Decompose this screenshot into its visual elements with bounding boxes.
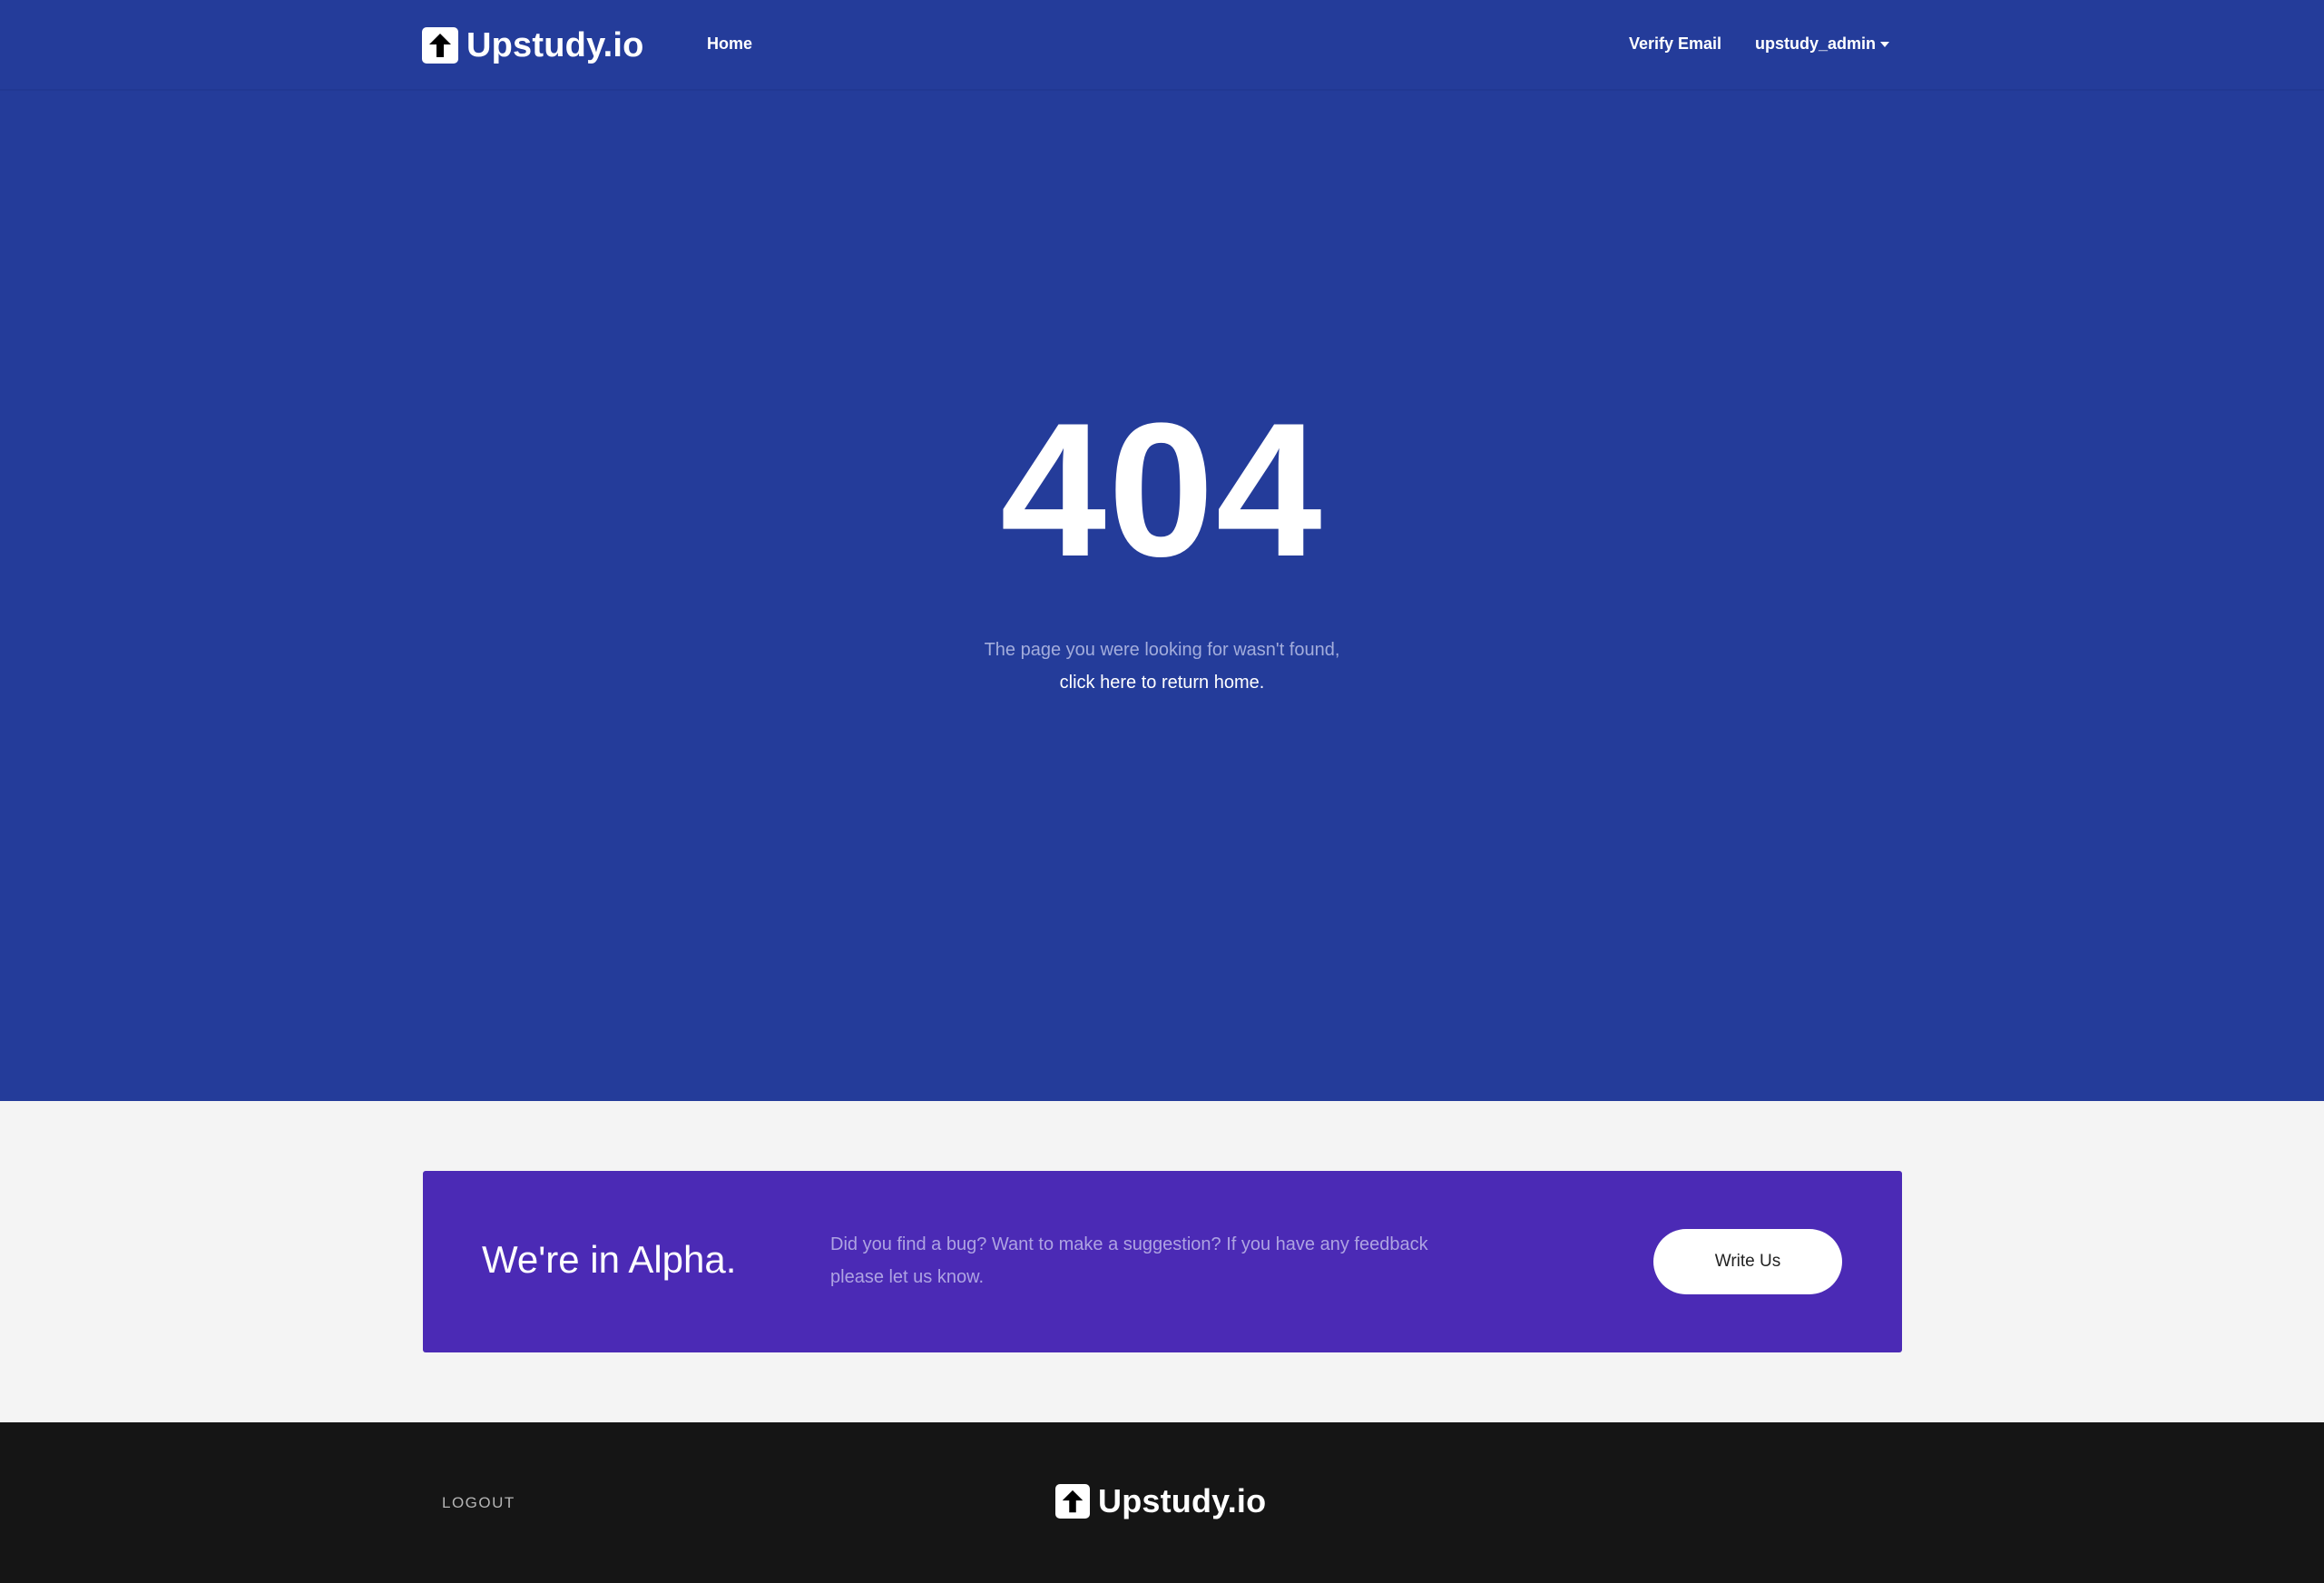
brand-logo-link[interactable]: Upstudy.io	[422, 24, 644, 67]
error-code: 404	[1000, 383, 1324, 596]
alpha-title: We're in Alpha.	[482, 1238, 737, 1281]
caret-down-icon	[1880, 41, 1890, 47]
alpha-banner: We're in Alpha. Did you find a bug? Want…	[423, 1171, 1902, 1352]
footer: LOGOUT Upstudy.io	[0, 1422, 2324, 1583]
user-menu-dropdown[interactable]: upstudy_admin	[1755, 34, 1890, 54]
arrow-up-icon	[1055, 1484, 1090, 1519]
footer-brand-link[interactable]: Upstudy.io	[1055, 1482, 1266, 1520]
return-home-line: click here to return home.	[0, 671, 2324, 694]
write-us-button[interactable]: Write Us	[1653, 1229, 1842, 1294]
hero-section: Upstudy.io Home Verify Email upstudy_adm…	[0, 0, 2324, 1101]
top-navbar: Upstudy.io Home Verify Email upstudy_adm…	[0, 0, 2324, 91]
brand-name: Upstudy.io	[466, 25, 644, 64]
logout-link[interactable]: LOGOUT	[442, 1494, 515, 1512]
footer-brand-name: Upstudy.io	[1098, 1482, 1267, 1519]
arrow-up-icon	[422, 27, 458, 64]
return-home-link[interactable]: click here to return home.	[1060, 673, 1265, 693]
nav-home-link[interactable]: Home	[707, 34, 752, 54]
error-message: The page you were looking for wasn't fou…	[984, 640, 1340, 660]
alpha-description: Did you find a bug? Want to make a sugge…	[830, 1234, 1428, 1287]
user-menu-label: upstudy_admin	[1755, 34, 1877, 53]
nav-verify-email-link[interactable]: Verify Email	[1629, 34, 1721, 54]
